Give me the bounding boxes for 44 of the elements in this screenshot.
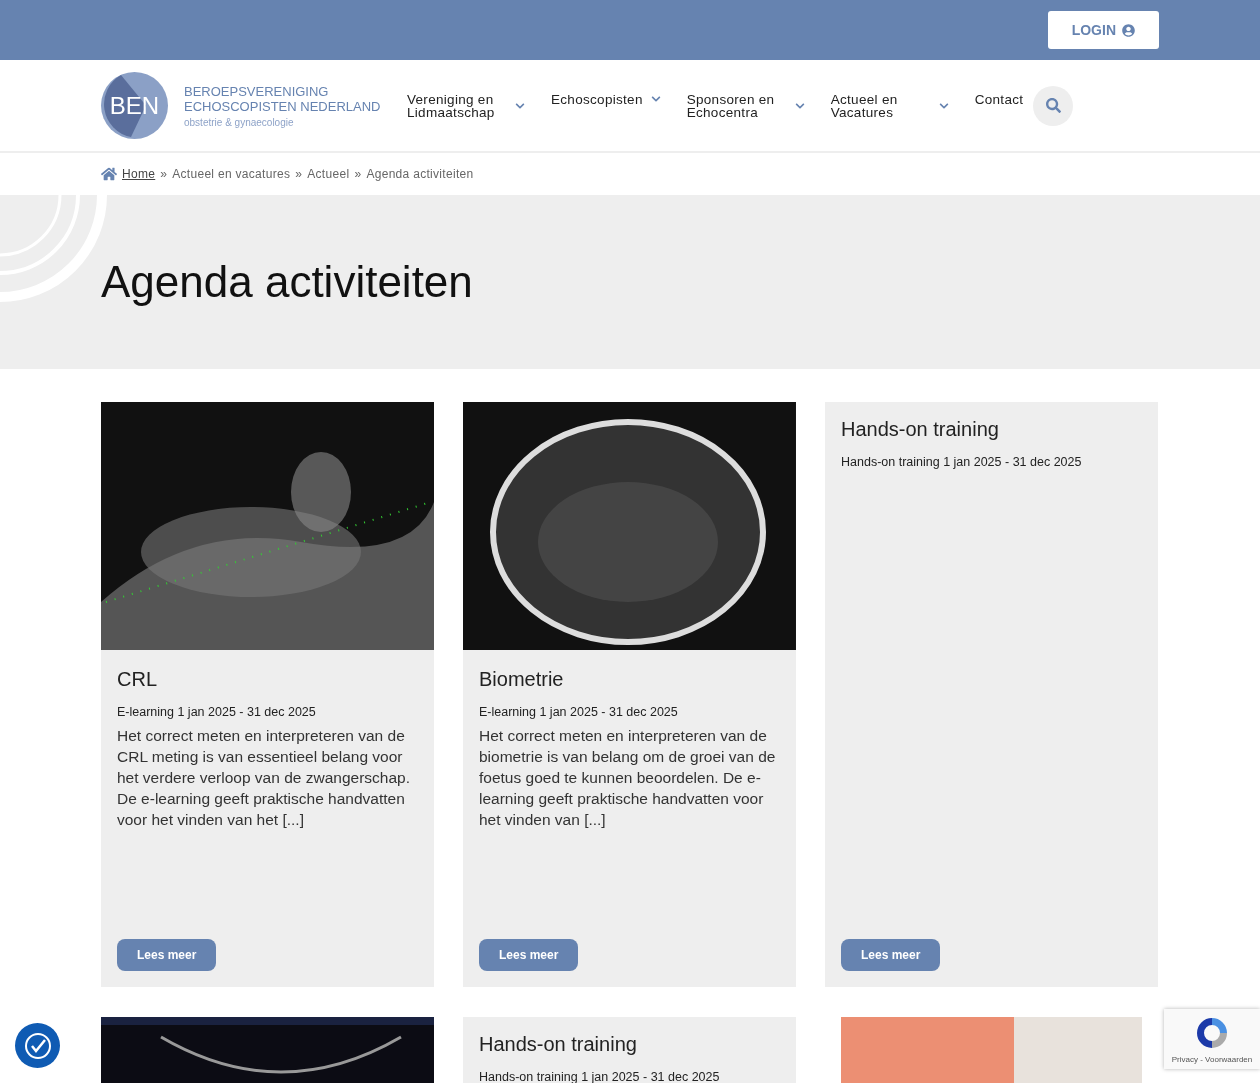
nav-item[interactable]: Contact	[974, 92, 1024, 106]
card-excerpt: Het correct meten en interpreteren van de biometrie is van belang om de groei van de foetus goed te kunnen beoordelen. De e-learning geeft praktische handvatten voor het vinden van [...]	[479, 726, 777, 830]
breadcrumb-item: Agenda activiteiten	[366, 167, 474, 181]
breadcrumb-separator: »	[160, 167, 168, 181]
logo-mark: BEN	[101, 72, 168, 139]
nav-item[interactable]: Sponsoren en Echocentra	[686, 92, 805, 119]
search-button[interactable]	[1033, 85, 1073, 126]
card-date: E-learning 1 jan 2025 - 31 dec 2025	[117, 705, 317, 719]
read-more-button[interactable]: Lees meer	[117, 939, 217, 971]
logo[interactable]: BEN BEROEPSVERENIGING ECHOSCOPISTEN NEDERLAND obstetrie & gynaecologie	[101, 72, 391, 139]
page-title: Agenda activiteiten	[101, 257, 473, 307]
recaptcha-links[interactable]: Privacy - Voorwaarden	[1171, 1055, 1253, 1064]
chevron-down-icon	[515, 100, 525, 111]
breadcrumb-separator: »	[354, 167, 362, 181]
nav-item[interactable]: Vereniging en Lidmaatschap	[407, 92, 525, 119]
card-title: Biometrie	[479, 668, 565, 691]
home-icon	[101, 166, 117, 182]
nav-item[interactable]: Echoscopisten	[551, 92, 661, 106]
read-more-button[interactable]: Lees meer	[841, 939, 941, 971]
recaptcha-icon	[1194, 1015, 1230, 1051]
logo-text: ECHOSCOPISTEN NEDERLAND	[184, 98, 381, 114]
breadcrumb-separator: »	[295, 167, 303, 181]
chevron-down-icon	[794, 100, 805, 111]
logo-text: BEROEPSVERENIGING	[184, 83, 330, 99]
read-more-button[interactable]: Lees meer	[479, 939, 579, 971]
card-title: Hands-on training	[479, 1033, 638, 1056]
chevron-down-icon	[938, 100, 949, 111]
card-date: Hands-on training 1 jan 2025 - 31 dec 2025	[479, 1070, 721, 1083]
card-date: E-learning 1 jan 2025 - 31 dec 2025	[479, 705, 679, 719]
card-title: Hands-on training	[841, 418, 1000, 441]
chevron-down-icon	[650, 94, 661, 104]
accessibility-button[interactable]	[15, 1023, 60, 1068]
accessibility-icon	[22, 1030, 53, 1061]
logo-tagline: obstetrie & gynaecologie	[184, 116, 295, 128]
breadcrumb-link[interactable]: Home	[122, 167, 156, 181]
card-title: CRL	[117, 668, 158, 691]
search-icon	[1045, 98, 1061, 113]
card-date: Hands-on training 1 jan 2025 - 31 dec 2025	[841, 455, 1083, 469]
card-excerpt: Het correct meten en interpreteren van de CRL meting is van essentieel belang voor het verdere verloop van de zwangerschap. De e-learning geeft praktische handvatten voor het vinden van het [...]	[117, 726, 411, 830]
nav-item[interactable]: Actueel en Vacatures	[830, 92, 949, 119]
breadcrumb-item: Actueel en vacatures	[172, 167, 291, 181]
user-icon	[1122, 23, 1135, 37]
login-button[interactable]: LOGIN	[1047, 11, 1159, 49]
breadcrumb-item: Actueel	[307, 167, 350, 181]
